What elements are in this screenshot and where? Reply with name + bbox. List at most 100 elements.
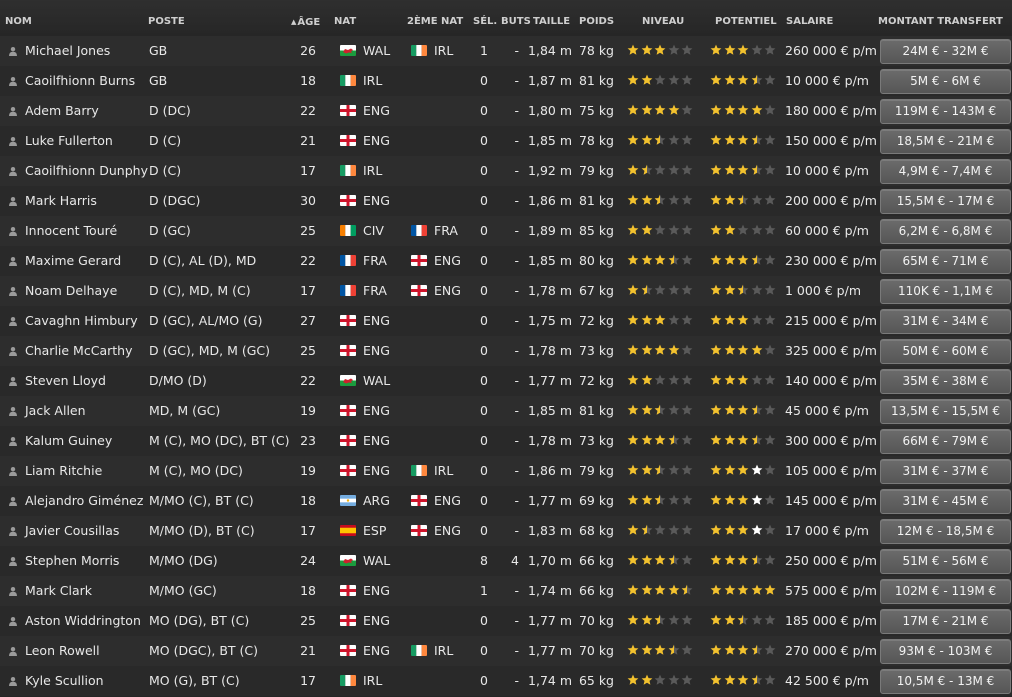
player-name[interactable]: Luke Fullerton (25, 126, 113, 156)
player-name[interactable]: Alejandro Giménez (25, 486, 143, 516)
column-header-goals[interactable]: BUTS (501, 0, 531, 36)
column-header-name[interactable]: NOM (5, 0, 32, 36)
player-name[interactable]: Cavaghn Himbury (25, 306, 138, 336)
star-icon (764, 224, 776, 236)
player-row[interactable]: Cavaghn Himbury D (GC), AL/MO (G) 27 ENG 0 -1… (0, 306, 1012, 336)
player-row[interactable]: Kyle Scullion MO (G), BT (C) 17 IRL 0 -1,74 m… (0, 666, 1012, 696)
transfer-value-button[interactable]: 17M € - 21M € (880, 609, 1011, 634)
player-row[interactable]: Noam Delhaye D (C), MD, M (C) 17 FRA ENG 0 -1,… (0, 276, 1012, 306)
player-row[interactable]: Stephen Morris M/MO (DG) 24 WAL 8 4 1,70 m 66 k… (0, 546, 1012, 576)
player-name[interactable]: Caoilfhionn Dunphy (25, 156, 148, 186)
player-row[interactable]: Caoilfhionn Burns GB 18 IRL 0 -1,87 m 81 kg 10 … (0, 66, 1012, 96)
flag-irl-icon (411, 645, 427, 656)
transfer-value-button[interactable]: 4,9M € - 7,4M € (880, 159, 1011, 184)
player-name[interactable]: Jack Allen (25, 396, 86, 426)
flag-wal-icon (340, 375, 356, 386)
transfer-value-button[interactable]: 18,5M € - 21M € (880, 129, 1011, 154)
player-name[interactable]: Aston Widdrington (25, 606, 141, 636)
transfer-value-button[interactable]: 6,2M € - 6,8M € (880, 219, 1011, 244)
player-row[interactable]: Adem Barry D (DC) 22 ENG 0 -1,80 m 75 kg 180 00… (0, 96, 1012, 126)
star-icon (737, 674, 749, 686)
transfer-value-button[interactable]: 50M € - 60M € (880, 339, 1011, 364)
player-row[interactable]: Charlie McCarthy D (GC), MD, M (GC) 25 ENG 0… (0, 336, 1012, 366)
transfer-value-button[interactable]: 31M € - 45M € (880, 489, 1011, 514)
player-name[interactable]: Liam Ritchie (25, 456, 102, 486)
player-row[interactable]: Luke Fullerton D (C) 21 ENG 0 -1,85 m 78 kg 150… (0, 126, 1012, 156)
player-name[interactable]: Caoilfhionn Burns (25, 66, 135, 96)
player-name[interactable]: Leon Rowell (25, 636, 100, 666)
player-goals: - (514, 103, 519, 118)
column-header-transfer[interactable]: MONTANT TRANSFERT (878, 0, 1003, 36)
transfer-value-button[interactable]: 31M € - 37M € (880, 459, 1011, 484)
player-name[interactable]: Charlie McCarthy (25, 336, 132, 366)
star-icon (724, 464, 736, 476)
player-row[interactable]: Kalum Guiney M (C), MO (DC), BT (C) 23 ENG 0… (0, 426, 1012, 456)
transfer-value-button[interactable]: 12M € - 18,5M € (880, 519, 1011, 544)
transfer-value-button[interactable]: 13,5M € - 15,5M € (880, 399, 1011, 424)
star-icon (681, 254, 693, 266)
player-salary: 180 000 € p/m (785, 103, 877, 118)
column-header-potential[interactable]: POTENTIEL (715, 0, 777, 36)
player-name[interactable]: Mark Clark (25, 576, 92, 606)
transfer-value-button[interactable]: 35M € - 38M € (880, 369, 1011, 394)
player-row[interactable]: Steven Lloyd D/MO (D) 22 WAL 0 -1,77 m 72 kg 14… (0, 366, 1012, 396)
player-goals: - (514, 583, 519, 598)
player-name[interactable]: Javier Cousillas (25, 516, 119, 546)
player-name[interactable]: Adem Barry (25, 96, 99, 126)
player-row[interactable]: Javier Cousillas M/MO (D), BT (C) 17 ESP ENG… (0, 516, 1012, 546)
transfer-value-button[interactable]: 93M € - 103M € (880, 639, 1011, 664)
player-row[interactable]: Leon Rowell MO (DGC), BT (C) 21 ENG IRL 0 -1,7… (0, 636, 1012, 666)
player-row[interactable]: Liam Ritchie M (C), MO (DC) 19 ENG IRL 0 -1,86… (0, 456, 1012, 486)
star-icon (654, 74, 666, 86)
player-name[interactable]: Noam Delhaye (25, 276, 117, 306)
column-header-position[interactable]: POSTE (148, 0, 185, 36)
player-name[interactable]: Kyle Scullion (25, 666, 104, 696)
ability-stars (627, 666, 695, 696)
player-row[interactable]: Aston Widdrington MO (DG), BT (C) 25 ENG 0-1… (0, 606, 1012, 636)
transfer-value-button[interactable]: 31M € - 34M € (880, 309, 1011, 334)
transfer-value-button[interactable]: 10,5M € - 13M € (880, 669, 1011, 694)
person-icon (8, 186, 20, 216)
transfer-value-button[interactable]: 51M € - 56M € (880, 549, 1011, 574)
player-name[interactable]: Michael Jones (25, 36, 110, 66)
column-header-nationality[interactable]: NAT (334, 0, 356, 36)
column-header-ability[interactable]: NIVEAU (642, 0, 684, 36)
transfer-value-button[interactable]: 66M € - 79M € (880, 429, 1011, 454)
column-header-weight[interactable]: POIDS (579, 0, 614, 36)
ability-stars (627, 516, 695, 546)
transfer-value-button[interactable]: 65M € - 71M € (880, 249, 1011, 274)
star-icon (627, 464, 639, 476)
column-header-age[interactable]: ▲ÂGE (291, 0, 320, 36)
column-header-height[interactable]: TAILLE (533, 0, 570, 36)
column-header-salary[interactable]: SALAIRE (786, 0, 833, 36)
player-row[interactable]: Alejandro Giménez M/MO (C), BT (C) 18 ARG EN… (0, 486, 1012, 516)
player-name[interactable]: Steven Lloyd (25, 366, 106, 396)
star-icon (627, 254, 639, 266)
transfer-value-button[interactable]: 24M € - 32M € (880, 39, 1011, 64)
player-row[interactable]: Mark Harris D (DGC) 30 ENG 0 -1,86 m 81 kg 200 … (0, 186, 1012, 216)
column-header-caps[interactable]: SÉL. (473, 0, 497, 36)
column-header-second-nationality[interactable]: 2ÈME NAT (407, 0, 463, 36)
player-name[interactable]: Maxime Gerard (25, 246, 121, 276)
transfer-value-button[interactable]: 15,5M € - 17M € (880, 189, 1011, 214)
player-name[interactable]: Innocent Touré (25, 216, 117, 246)
transfer-value-button[interactable]: 110K € - 1,1M € (880, 279, 1011, 304)
player-row[interactable]: Jack Allen MD, M (GC) 19 ENG 0 -1,85 m 81 kg 45… (0, 396, 1012, 426)
player-row[interactable]: Mark Clark M/MO (GC) 18 ENG 1 -1,74 m 66 kg 575… (0, 576, 1012, 606)
potential-stars (710, 96, 778, 126)
player-row[interactable]: Michael Jones GB 26 WAL IRL 1 -1,84 m 78 kg 260 … (0, 36, 1012, 66)
transfer-value-button[interactable]: 119M € - 143M € (880, 99, 1011, 124)
star-icon (627, 374, 639, 386)
player-row[interactable]: Innocent Touré D (GC) 25 CIV FRA 0 -1,89 m 85 k… (0, 216, 1012, 246)
player-goals: - (514, 73, 519, 88)
player-row[interactable]: Maxime Gerard D (C), AL (D), MD 22 FRA ENG 0 -… (0, 246, 1012, 276)
player-age: 22 (300, 253, 316, 268)
player-name[interactable]: Mark Harris (25, 186, 97, 216)
transfer-value-button[interactable]: 5M € - 6M € (880, 69, 1011, 94)
player-age: 18 (300, 583, 316, 598)
transfer-value-button[interactable]: 102M € - 119M € (880, 579, 1011, 604)
player-name[interactable]: Stephen Morris (25, 546, 119, 576)
ability-stars (627, 36, 695, 66)
player-row[interactable]: Caoilfhionn Dunphy D (C) 17 IRL 0 -1,92 m 79 k… (0, 156, 1012, 186)
player-name[interactable]: Kalum Guiney (25, 426, 112, 456)
